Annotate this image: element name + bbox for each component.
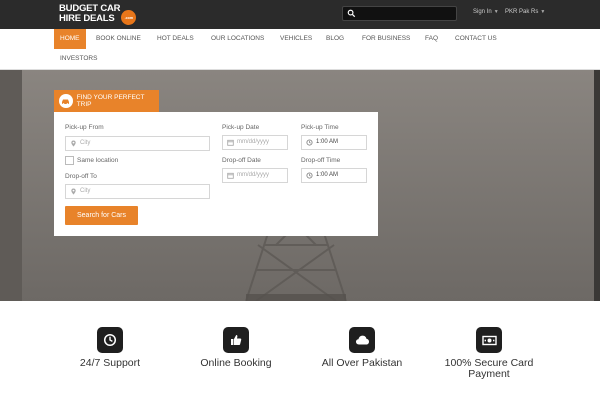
calendar-icon — [227, 172, 234, 179]
dropoff-time-label: Drop-off Time — [301, 157, 341, 164]
same-location-checkbox[interactable] — [65, 156, 74, 165]
pickup-date-label: Pick-up Date — [222, 124, 260, 131]
top-bar: BUDGET CAR HIRE DEALS .com Sign In ▼ PKR … — [0, 0, 600, 29]
sign-in-link[interactable]: Sign In ▼ — [473, 9, 499, 15]
logo-line-2: HIRE DEALS — [59, 13, 115, 24]
nav-item-book-online[interactable]: Book Online — [90, 29, 147, 49]
pickup-from-label: Pick-up From — [65, 124, 104, 131]
car-icon — [59, 94, 73, 108]
nav-item-faq[interactable]: FAQ — [419, 29, 444, 49]
thumbs-up-icon — [223, 327, 249, 353]
feature-label: All Over Pakistan — [321, 357, 403, 369]
clock-icon — [97, 327, 123, 353]
dropoff-date-label: Drop-off Date — [222, 157, 261, 164]
map-pin-icon — [71, 188, 76, 195]
nav-item-for-business[interactable]: For Business — [356, 29, 416, 49]
nav-item-our-locations[interactable]: Our Locations — [205, 29, 270, 49]
pickup-city-input[interactable]: City — [65, 136, 210, 151]
feature-all-over-pakistan: All Over Pakistan — [297, 327, 427, 387]
feature-label: 100% Secure Card Payment — [444, 357, 534, 380]
find-trip-tab: Find Your Perfect Trip — [54, 90, 159, 112]
clock-icon — [306, 172, 313, 179]
dropoff-city-input[interactable]: City — [65, 184, 210, 199]
scrollbar[interactable] — [594, 70, 600, 301]
same-location-label: Same location — [77, 157, 119, 164]
feature-secure-payment: 100% Secure Card Payment — [424, 327, 554, 387]
nav-item-vehicles[interactable]: Vehicles — [274, 29, 318, 49]
nav-item-blog[interactable]: Blog — [320, 29, 350, 49]
feature-support: 24/7 Support — [45, 327, 175, 387]
find-trip-label: Find Your Perfect Trip — [76, 94, 145, 108]
clock-icon — [306, 139, 313, 146]
feature-label: 24/7 Support — [79, 357, 141, 369]
map-pin-icon — [71, 140, 76, 147]
feature-online-booking: Online Booking — [171, 327, 301, 387]
currency-selector[interactable]: PKR Pak Rs ▼ — [505, 9, 545, 15]
nav-item-hot-deals[interactable]: Hot Deals — [151, 29, 200, 49]
pickup-time-label: Pick-up Time — [301, 124, 339, 131]
pickup-date-input[interactable]: mm/dd/yyyy — [222, 135, 288, 150]
nav-item-contact-us[interactable]: Contact Us — [449, 29, 503, 49]
dropoff-date-input[interactable]: mm/dd/yyyy — [222, 168, 288, 183]
feature-label: Online Booking — [200, 357, 272, 369]
nav-item-investors[interactable]: Investors — [54, 49, 103, 69]
search-cars-button[interactable]: Search for Cars — [65, 206, 138, 225]
dropoff-to-label: Drop-off To — [65, 173, 97, 180]
dropoff-time-select[interactable]: 1:00 AM — [301, 168, 367, 183]
chevron-down-icon: ▼ — [540, 9, 546, 15]
search-icon — [347, 9, 356, 18]
logo[interactable]: BUDGET CAR HIRE DEALS .com — [59, 3, 137, 25]
main-nav: Home Book Online Hot Deals Our Locations… — [0, 29, 600, 70]
pickup-time-select[interactable]: 1:00 AM — [301, 135, 367, 150]
calendar-icon — [227, 139, 234, 146]
cloud-icon — [349, 327, 375, 353]
chevron-down-icon: ▼ — [493, 9, 499, 15]
nav-item-home[interactable]: Home — [54, 29, 86, 49]
search-input[interactable] — [342, 6, 457, 21]
cash-icon — [476, 327, 502, 353]
logo-badge: .com — [121, 10, 137, 25]
